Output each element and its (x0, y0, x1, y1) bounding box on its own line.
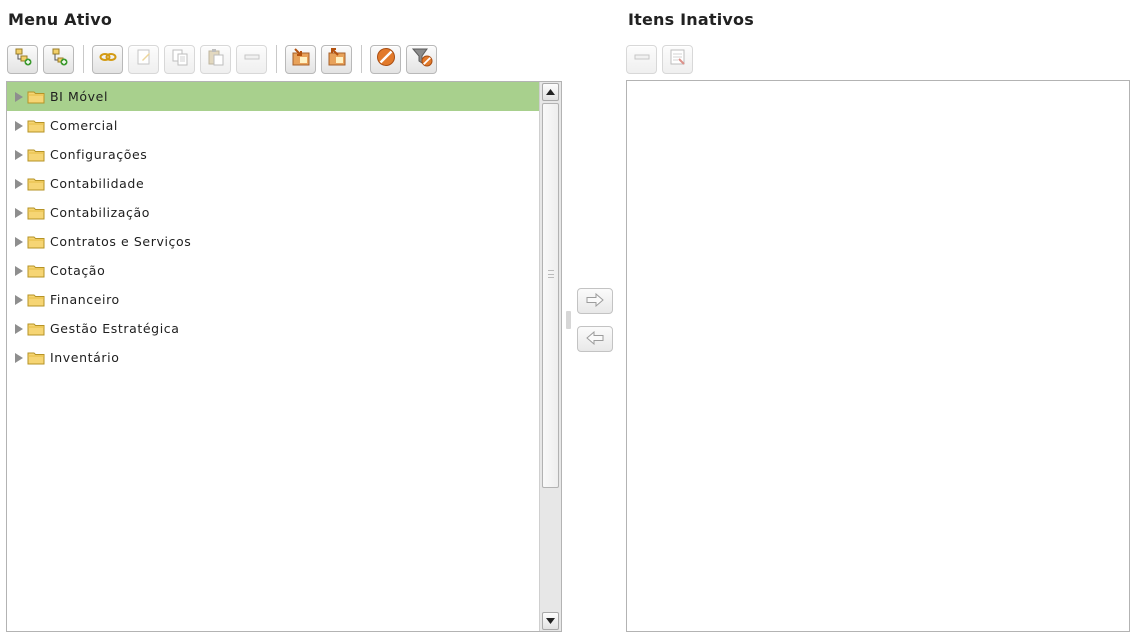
add-child-node-icon (49, 47, 69, 71)
link-button[interactable] (92, 44, 123, 74)
folder-icon (27, 148, 45, 162)
menu-toolbar (7, 44, 442, 74)
expand-arrow-icon[interactable] (15, 178, 23, 189)
expand-arrow-icon[interactable] (15, 120, 23, 131)
add-tree-node-icon (13, 47, 33, 71)
block-button[interactable] (370, 44, 401, 74)
folder-icon (27, 351, 45, 365)
move-to-inactive-button[interactable] (577, 288, 613, 314)
remove-icon (242, 47, 262, 71)
arrow-right-icon (585, 292, 605, 311)
paste-icon (206, 47, 226, 71)
folder-icon (27, 177, 45, 191)
remove-button[interactable] (236, 44, 267, 74)
add-tree-node-button[interactable] (7, 44, 38, 74)
tree-item[interactable]: Contabilidade (7, 169, 539, 198)
copy-icon (170, 47, 190, 71)
itens-inativos-title: Itens Inativos (628, 10, 754, 29)
block-icon (375, 46, 397, 72)
folder-icon (27, 264, 45, 278)
move-to-active-button[interactable] (577, 326, 613, 352)
tree-item-label: Inventário (50, 350, 120, 365)
expand-arrow-icon[interactable] (15, 323, 23, 334)
folder-icon (27, 322, 45, 336)
expand-arrow-icon[interactable] (15, 207, 23, 218)
link-icon (98, 47, 118, 71)
import-button[interactable] (285, 44, 316, 74)
inactive-details-button[interactable] (662, 44, 693, 74)
tree-item[interactable]: BI Móvel (7, 82, 539, 111)
inactive-remove-button[interactable] (626, 44, 657, 74)
caret-up-icon (546, 89, 555, 95)
tree-item-label: Configurações (50, 147, 148, 162)
tree-item[interactable]: Financeiro (7, 285, 539, 314)
inactive-toolbar (626, 44, 698, 74)
expand-arrow-icon[interactable] (15, 294, 23, 305)
tree-item[interactable]: Comercial (7, 111, 539, 140)
import-icon (290, 47, 312, 71)
menu-ativo-title: Menu Ativo (8, 10, 113, 29)
expand-arrow-icon[interactable] (15, 91, 23, 102)
expand-arrow-icon[interactable] (15, 352, 23, 363)
filter-remove-icon (411, 46, 433, 72)
folder-icon (27, 206, 45, 220)
expand-arrow-icon[interactable] (15, 236, 23, 247)
folder-icon (27, 119, 45, 133)
tree-item[interactable]: Inventário (7, 343, 539, 372)
copy-button[interactable] (164, 44, 195, 74)
scroll-down-button[interactable] (542, 612, 559, 630)
inactive-items-list[interactable] (626, 80, 1130, 632)
expand-arrow-icon[interactable] (15, 149, 23, 160)
edit-icon (134, 47, 154, 71)
vertical-scrollbar[interactable] (539, 82, 561, 631)
folder-icon (27, 293, 45, 307)
paste-button[interactable] (200, 44, 231, 74)
folder-icon (27, 235, 45, 249)
tree-item-label: Contratos e Serviços (50, 234, 192, 249)
expand-arrow-icon[interactable] (15, 265, 23, 276)
tree-item[interactable]: Gestão Estratégica (7, 314, 539, 343)
filter-remove-button[interactable] (406, 44, 437, 74)
menu-editor: Menu Ativo Itens Inativos BI Móvel Comer… (0, 0, 1135, 639)
folder-icon (27, 90, 45, 104)
tree-item-label: Comercial (50, 118, 118, 133)
add-child-node-button[interactable] (43, 44, 74, 74)
scroll-up-button[interactable] (542, 83, 559, 101)
tree-list: BI Móvel Comercial Configurações Contabilid… (7, 82, 539, 372)
remove-icon (632, 47, 652, 71)
details-icon (668, 47, 688, 71)
caret-down-icon (546, 618, 555, 624)
tree-item-label: Cotação (50, 263, 106, 278)
export-icon (326, 47, 348, 71)
scroll-grip (548, 270, 554, 278)
scrollbar-thumb[interactable] (542, 103, 559, 488)
menu-tree[interactable]: BI Móvel Comercial Configurações Contabilid… (6, 81, 562, 632)
toolbar-divider (276, 45, 277, 73)
tree-item-label: Contabilidade (50, 176, 145, 191)
export-button[interactable] (321, 44, 352, 74)
tree-item[interactable]: Contabilização (7, 198, 539, 227)
toolbar-divider (361, 45, 362, 73)
arrow-left-icon (585, 330, 605, 349)
tree-item[interactable]: Cotação (7, 256, 539, 285)
toolbar-divider (83, 45, 84, 73)
tree-item-label: Gestão Estratégica (50, 321, 180, 336)
tree-item-label: BI Móvel (50, 89, 109, 104)
panel-splitter[interactable] (566, 311, 571, 329)
tree-item-label: Financeiro (50, 292, 120, 307)
tree-item-label: Contabilização (50, 205, 151, 220)
tree-item[interactable]: Configurações (7, 140, 539, 169)
edit-button[interactable] (128, 44, 159, 74)
tree-item[interactable]: Contratos e Serviços (7, 227, 539, 256)
